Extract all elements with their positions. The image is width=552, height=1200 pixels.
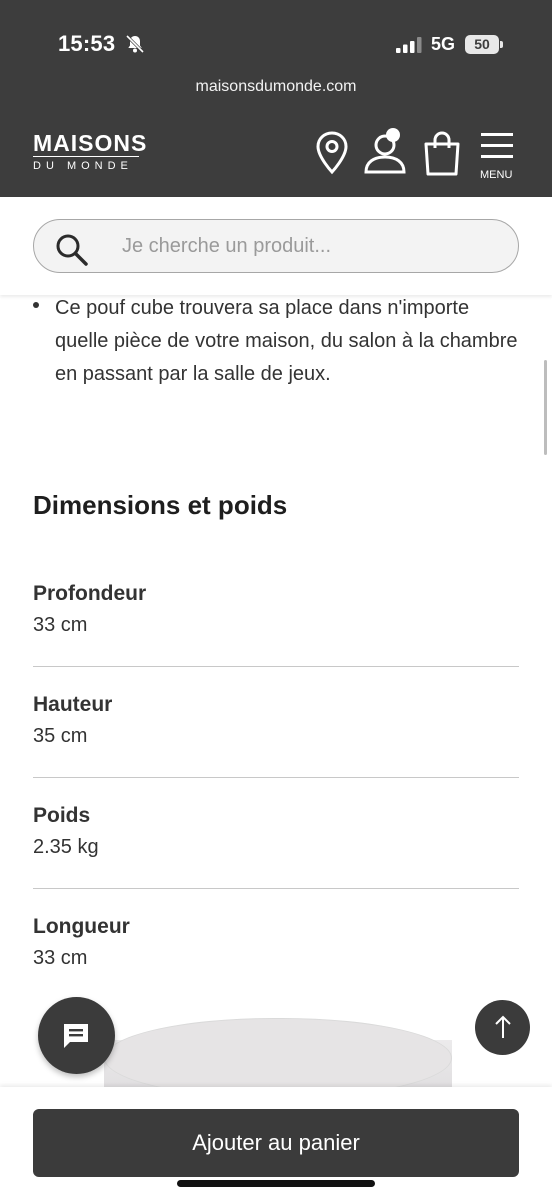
dimension-label: Poids [33, 804, 91, 827]
hamburger-menu-icon[interactable] [480, 132, 514, 160]
dimension-value: 33 cm [33, 947, 88, 969]
chat-icon [64, 1024, 88, 1048]
logo-divider [33, 156, 139, 157]
logo-main-text: MAISONS [33, 130, 148, 156]
add-to-cart-button[interactable]: Ajouter au panier [33, 1109, 519, 1177]
dimension-row-longueur: Longueur 33 cm [33, 915, 519, 970]
dimension-value: 33 cm [33, 614, 88, 636]
dimension-label: Longueur [33, 915, 130, 938]
search-input[interactable]: Je cherche un produit... [33, 219, 519, 273]
arrow-up-icon [495, 1015, 511, 1038]
bell-muted-icon [125, 34, 145, 54]
dimension-label: Hauteur [33, 693, 113, 716]
dimension-label: Profondeur [33, 582, 147, 605]
search-bar-container: Je cherche un produit... [0, 197, 552, 295]
location-pin-icon[interactable] [314, 130, 350, 176]
divider [33, 666, 519, 667]
account-notification-dot [386, 128, 400, 142]
browser-url[interactable]: maisonsdumonde.com [0, 78, 552, 96]
account-icon[interactable] [362, 126, 412, 176]
dimensions-title: Dimensions et poids [33, 490, 288, 520]
network-label: 5G [431, 34, 456, 54]
site-header: 15:53 5G 50 maisonsdumonde.com MAISONS D… [0, 0, 552, 197]
dimension-row-hauteur: Hauteur 35 cm [33, 693, 519, 748]
shopping-bag-icon[interactable] [422, 130, 462, 176]
description-bullet: Ce pouf cube trouvera sa place dans n'im… [55, 297, 518, 385]
divider [33, 888, 519, 889]
divider [33, 777, 519, 778]
scrollbar[interactable] [544, 360, 547, 455]
status-time: 15:53 [58, 31, 116, 56]
home-indicator[interactable] [177, 1180, 375, 1187]
battery-icon: 50 [465, 35, 503, 54]
signal-icon [396, 37, 422, 53]
bullet-icon [33, 302, 39, 308]
menu-label[interactable]: MENU [480, 169, 512, 181]
chat-button[interactable] [38, 997, 115, 1074]
product-image [104, 1018, 452, 1098]
battery-level: 50 [465, 35, 499, 54]
logo-sub-text: DU MONDE [33, 160, 133, 172]
dimension-value: 35 cm [33, 725, 88, 747]
dimension-value: 2.35 kg [33, 836, 99, 858]
scroll-to-top-button[interactable] [475, 1000, 530, 1055]
search-placeholder: Je cherche un produit... [122, 235, 332, 257]
battery-tip [500, 41, 503, 48]
dimension-row-poids: Poids 2.35 kg [33, 804, 519, 859]
dimension-row-profondeur: Profondeur 33 cm [33, 582, 519, 637]
product-page: 15:53 5G 50 maisonsdumonde.com MAISONS D… [0, 0, 552, 1200]
search-icon [56, 234, 88, 266]
